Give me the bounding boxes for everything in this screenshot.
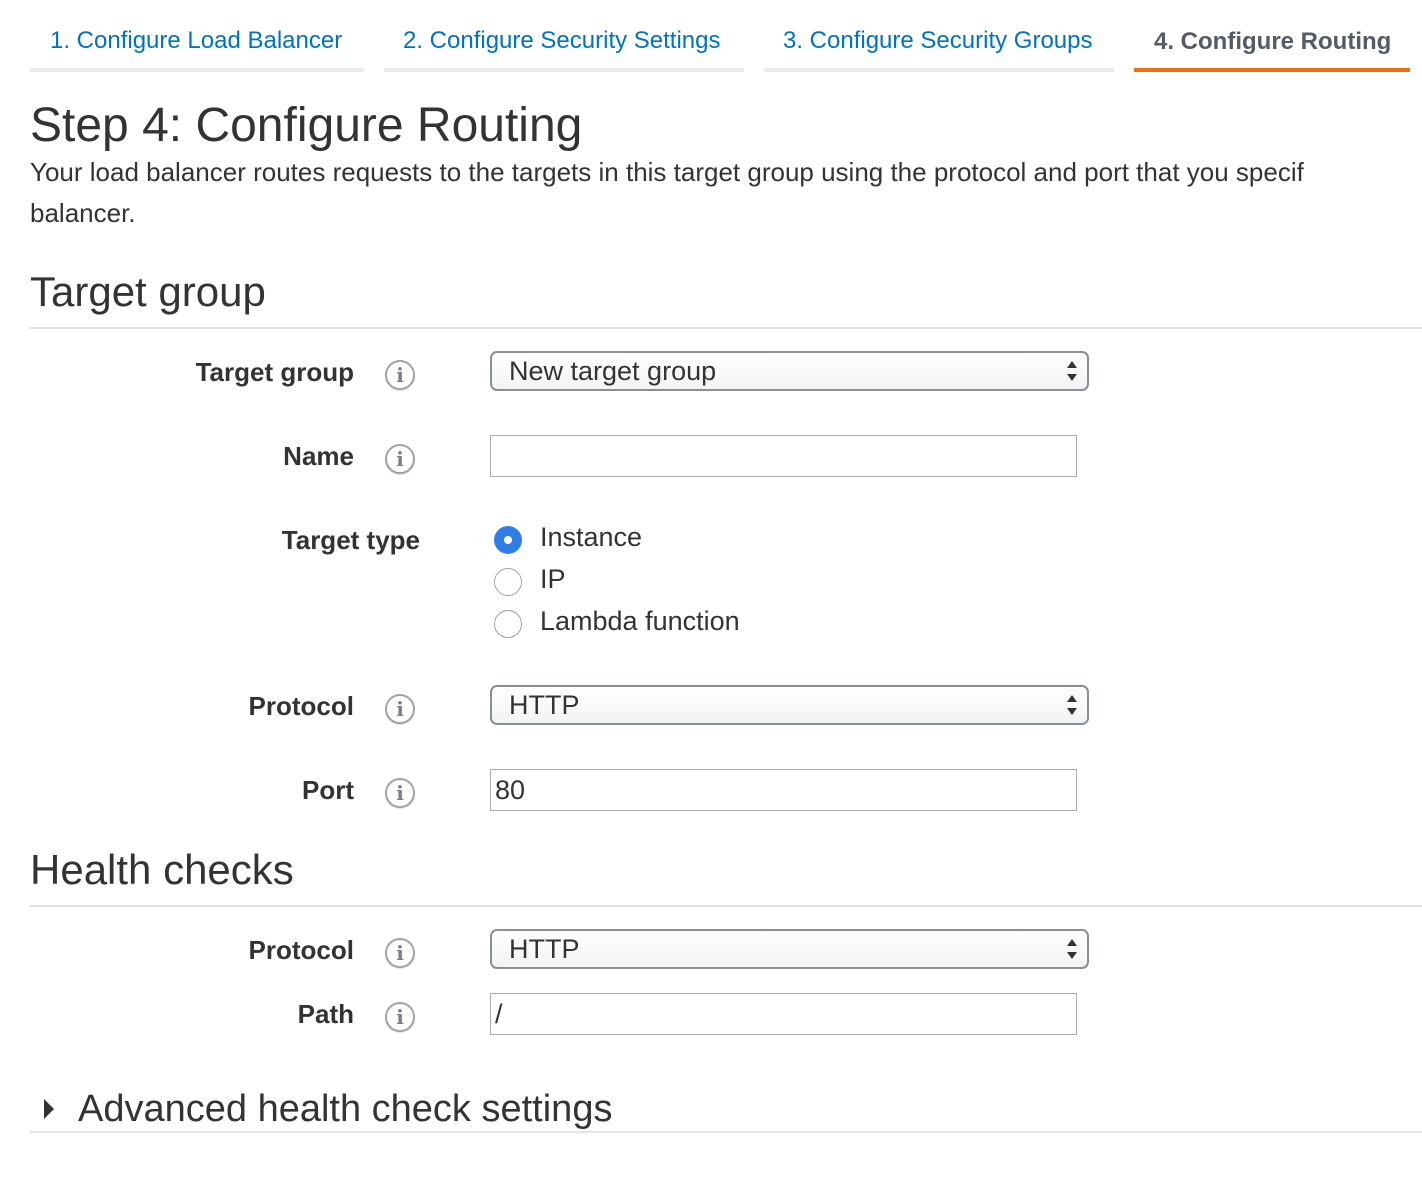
- page-title: Step 4: Configure Routing: [30, 99, 583, 152]
- port-label: Port: [302, 775, 354, 805]
- section-heading-target-group: Target group: [30, 268, 266, 315]
- tab-label: 2. Configure Security Settings: [403, 27, 721, 54]
- protocol-select-value: HTTP: [509, 690, 580, 720]
- radio-lambda-function[interactable]: [494, 610, 522, 638]
- tab-configure-load-balancer[interactable]: 1. Configure Load Balancer: [30, 0, 364, 72]
- advanced-health-check-settings-toggle[interactable]: Advanced health check settings: [78, 1088, 612, 1131]
- health-protocol-select-value: HTTP: [509, 934, 580, 964]
- path-input-value: /: [495, 999, 503, 1029]
- radio-label-ip[interactable]: IP: [540, 564, 566, 595]
- path-input[interactable]: /: [490, 993, 1077, 1035]
- target-group-select-value: New target group: [509, 356, 717, 386]
- section-heading-health-checks: Health checks: [30, 846, 294, 893]
- tab-configure-security-groups[interactable]: 3. Configure Security Groups: [764, 0, 1114, 72]
- tab-configure-routing[interactable]: 4. Configure Routing: [1134, 0, 1410, 72]
- select-arrows-icon: [1067, 695, 1077, 715]
- section-divider: [30, 1131, 1422, 1133]
- health-protocol-select[interactable]: HTTP: [490, 929, 1089, 969]
- info-icon[interactable]: i: [385, 694, 415, 724]
- protocol-select[interactable]: HTTP: [490, 685, 1089, 725]
- radio-label-instance[interactable]: Instance: [540, 522, 642, 553]
- health-protocol-label: Protocol: [248, 935, 354, 965]
- section-divider: [30, 905, 1422, 907]
- tab-configure-security-settings[interactable]: 2. Configure Security Settings: [384, 0, 744, 72]
- name-label: Name: [283, 441, 354, 471]
- select-arrows-icon: [1067, 939, 1077, 959]
- info-icon[interactable]: i: [385, 444, 415, 474]
- protocol-label: Protocol: [248, 691, 354, 721]
- target-group-select[interactable]: New target group: [490, 351, 1089, 391]
- tab-label: 3. Configure Security Groups: [783, 27, 1093, 54]
- triangle-right-icon[interactable]: [42, 1097, 56, 1121]
- page-description-line-1: Your load balancer routes requests to th…: [30, 157, 1304, 187]
- tab-label: 4. Configure Routing: [1154, 28, 1392, 55]
- name-input[interactable]: [490, 435, 1077, 477]
- info-icon[interactable]: i: [385, 1002, 415, 1032]
- radio-instance[interactable]: [494, 526, 522, 554]
- select-arrows-icon: [1067, 361, 1077, 381]
- tab-label: 1. Configure Load Balancer: [50, 27, 343, 54]
- info-icon[interactable]: i: [385, 778, 415, 808]
- info-icon[interactable]: i: [385, 360, 415, 390]
- port-input[interactable]: 80: [490, 769, 1077, 811]
- target-type-label: Target type: [281, 525, 420, 555]
- radio-ip[interactable]: [494, 568, 522, 596]
- section-divider: [30, 327, 1422, 329]
- info-icon[interactable]: i: [385, 938, 415, 968]
- page-description-line-2: balancer.: [30, 198, 136, 228]
- target-group-label: Target group: [195, 357, 354, 387]
- radio-label-lambda-function[interactable]: Lambda function: [540, 606, 740, 637]
- port-input-value: 80: [495, 775, 526, 805]
- path-label: Path: [297, 999, 354, 1029]
